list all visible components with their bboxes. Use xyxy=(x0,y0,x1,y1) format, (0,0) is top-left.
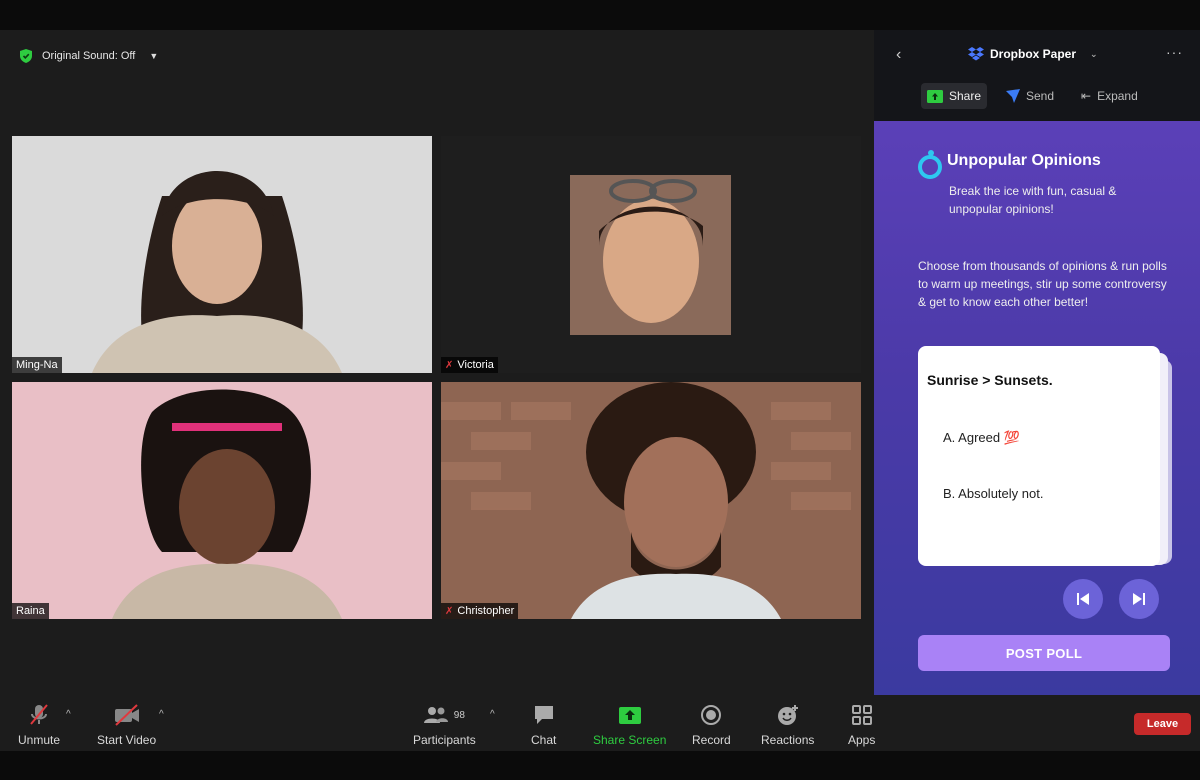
apps-label: Apps xyxy=(848,733,876,747)
opinion-card: Sunrise > Sunsets. A. Agreed 💯 B. Absolu… xyxy=(918,346,1160,566)
video-tile-victoria[interactable]: ✗ Victoria xyxy=(441,136,861,373)
video-tile-christopher[interactable]: ✗ Christopher xyxy=(441,382,861,619)
participant-name-chip: Ming-Na xyxy=(12,357,62,373)
chevron-up-icon[interactable]: ^ xyxy=(490,709,495,720)
expand-icon: ⇤ xyxy=(1081,89,1092,103)
participants-icon xyxy=(423,707,448,723)
app-subtitle: Break the ice with fun, casual & unpopul… xyxy=(949,184,1117,216)
participant-name-chip: ✗ Victoria xyxy=(441,357,498,373)
chat-icon xyxy=(534,706,553,724)
skip-back-icon xyxy=(1077,593,1089,605)
participant-video-ming-na xyxy=(12,136,432,373)
option-a[interactable]: A. Agreed 💯 xyxy=(943,430,1020,446)
bottom-strip xyxy=(0,751,1200,780)
participant-video-christopher xyxy=(441,382,861,619)
more-options-icon[interactable]: ··· xyxy=(1166,44,1183,60)
expand-label: Expand xyxy=(1097,89,1138,103)
panel-title[interactable]: Dropbox Paper ⌄ xyxy=(968,47,1098,61)
video-tile-ming-na[interactable]: Ming-Na xyxy=(12,136,432,373)
original-sound-label: Original Sound: Off xyxy=(42,50,136,62)
chevron-up-icon[interactable]: ^ xyxy=(66,709,71,720)
record-label: Record xyxy=(692,733,731,747)
muted-mic-icon: ✗ xyxy=(445,359,454,371)
chevron-up-icon[interactable]: ^ xyxy=(159,709,164,720)
participants-label: Participants xyxy=(413,733,476,747)
share-button[interactable]: Share xyxy=(921,83,988,109)
meeting-toolbar: Unmute ^ Start Video ^ 98 Participants ^… xyxy=(0,695,1200,751)
participant-name-chip: Raina xyxy=(12,603,49,619)
opinion-question: Sunrise > Sunsets. xyxy=(927,372,1053,388)
expand-button[interactable]: ⇤ Expand xyxy=(1075,83,1144,109)
previous-button[interactable] xyxy=(1063,579,1103,619)
send-icon xyxy=(1006,89,1020,103)
reactions-icon xyxy=(777,705,798,725)
participant-name: Victoria xyxy=(457,359,494,371)
shield-icon xyxy=(18,48,34,64)
apps-icon xyxy=(851,705,872,725)
leave-button[interactable]: Leave xyxy=(1134,713,1191,735)
video-area: Original Sound: Off ▼ Ming-Na ✗ Victoria xyxy=(0,30,874,695)
unpopular-opinions-logo-icon xyxy=(918,150,942,179)
app-title: Unpopular Opinions xyxy=(947,152,1101,169)
participant-video-raina xyxy=(12,382,432,619)
chevron-down-icon[interactable]: ⌄ xyxy=(1090,49,1098,60)
chat-button[interactable]: Chat xyxy=(531,703,556,747)
muted-microphone-icon xyxy=(30,704,48,725)
apps-button[interactable]: Apps xyxy=(848,703,875,747)
reactions-label: Reactions xyxy=(761,733,815,747)
skip-forward-icon xyxy=(1133,593,1145,605)
post-poll-button[interactable]: POST POLL xyxy=(918,635,1170,671)
participant-avatar-victoria xyxy=(570,175,731,335)
panel-app-name: Dropbox Paper xyxy=(990,47,1077,61)
video-off-icon xyxy=(114,704,139,726)
record-button[interactable]: Record xyxy=(692,703,731,747)
participants-count: 98 xyxy=(453,709,465,721)
chevron-down-icon[interactable]: ▼ xyxy=(149,51,158,61)
chat-label: Chat xyxy=(531,733,557,747)
next-button[interactable] xyxy=(1119,579,1159,619)
top-strip xyxy=(0,0,1200,30)
original-sound-toggle[interactable]: Original Sound: Off ▼ xyxy=(18,48,158,64)
panel-header: ‹ Dropbox Paper ⌄ ··· Share Send ⇤ Expan… xyxy=(874,30,1200,121)
share-screen-icon xyxy=(927,89,943,103)
share-screen-label: Share Screen xyxy=(593,733,667,747)
start-video-button[interactable]: Start Video xyxy=(97,703,156,747)
participant-name-chip: ✗ Christopher xyxy=(441,603,519,619)
app-panel: ‹ Dropbox Paper ⌄ ··· Share Send ⇤ Expan… xyxy=(874,30,1200,695)
send-label: Send xyxy=(1026,89,1055,103)
app-description: Choose from thousands of opinions & run … xyxy=(918,259,1167,309)
unmute-button[interactable]: Unmute xyxy=(18,703,60,747)
share-label: Share xyxy=(949,89,982,103)
participant-name: Christopher xyxy=(457,605,515,617)
back-icon[interactable]: ‹ xyxy=(896,46,901,64)
participant-name: Ming-Na xyxy=(16,359,58,371)
video-tile-raina[interactable]: Raina xyxy=(12,382,432,619)
reactions-button[interactable]: Reactions xyxy=(761,703,814,747)
send-button[interactable]: Send xyxy=(1000,83,1060,109)
muted-mic-icon: ✗ xyxy=(445,605,454,617)
unmute-label: Unmute xyxy=(18,733,61,747)
app-content: Unpopular Opinions Break the ice with fu… xyxy=(874,121,1200,695)
option-b[interactable]: B. Absolutely not. xyxy=(943,486,1043,501)
start-video-label: Start Video xyxy=(97,733,157,747)
dropbox-icon xyxy=(968,47,984,61)
participant-name: Raina xyxy=(16,605,45,617)
participants-button[interactable]: 98 Participants xyxy=(413,703,476,747)
share-screen-icon xyxy=(618,707,641,724)
share-screen-button[interactable]: Share Screen xyxy=(593,703,666,747)
record-icon xyxy=(701,705,722,725)
